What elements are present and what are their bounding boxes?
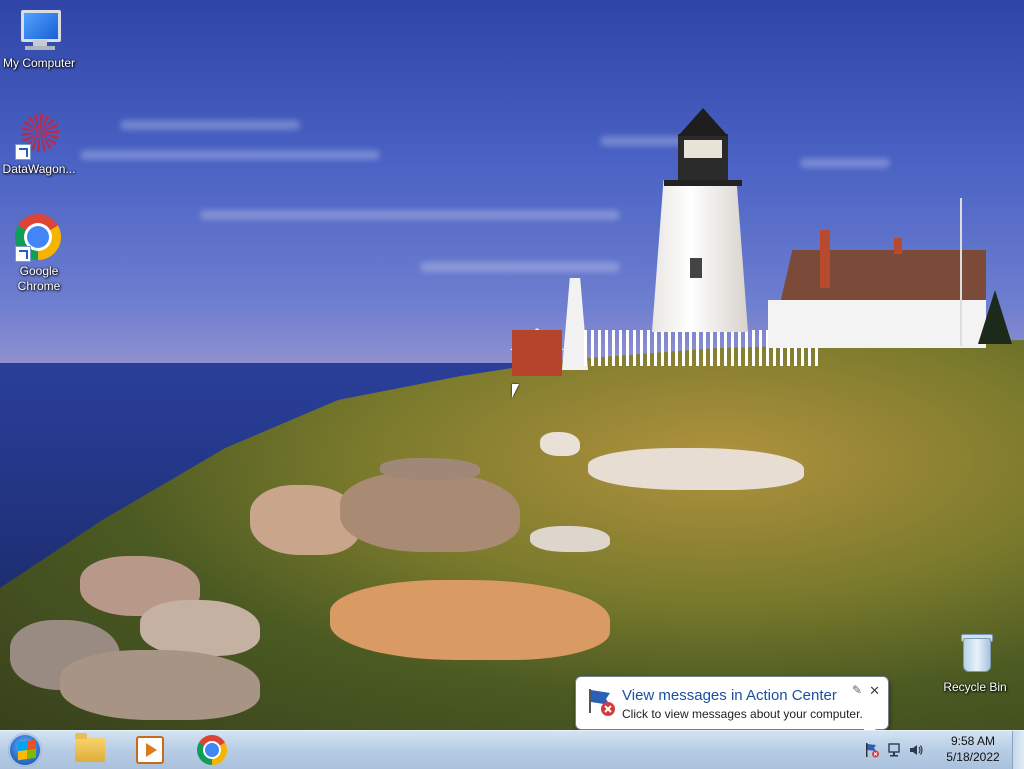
desktop-icon-google-chrome[interactable]: Google Chrome (0, 214, 79, 294)
lighthouse-glass (684, 140, 722, 158)
chrome-icon (197, 735, 227, 765)
datawagon-icon (15, 112, 63, 160)
clock[interactable]: 9:58 AM 5/18/2022 (938, 733, 1008, 765)
keeper-house (768, 300, 986, 348)
rock (60, 650, 260, 720)
cloud (200, 210, 620, 220)
taskbar: 9:58 AM 5/18/2022 (0, 730, 1024, 769)
chrome-icon (15, 214, 63, 262)
clock-date: 5/18/2022 (946, 750, 1000, 764)
rock (380, 458, 480, 480)
cloud (420, 262, 620, 272)
notification-title[interactable]: View messages in Action Center (622, 687, 837, 704)
media-player-icon (136, 736, 164, 764)
desktop-wallpaper (0, 0, 1024, 730)
windows-logo-icon (18, 739, 36, 761)
rock (140, 600, 260, 656)
mouse-cursor (512, 384, 519, 398)
rock (340, 472, 520, 552)
taskbar-chrome[interactable] (184, 733, 240, 767)
notification-subtitle: Click to view messages about your comput… (622, 707, 863, 721)
cloud (120, 120, 300, 130)
lighthouse-roof (678, 108, 728, 136)
rock (330, 580, 610, 660)
flagpole (960, 198, 962, 346)
shortcut-arrow-icon (15, 144, 31, 160)
chimney (894, 238, 902, 254)
rock (530, 526, 610, 552)
taskbar-file-explorer[interactable] (62, 733, 118, 767)
show-desktop-button[interactable] (1012, 731, 1024, 769)
lighthouse-rail (664, 180, 742, 186)
taskbar-media-player[interactable] (122, 733, 178, 767)
desktop-icon-datawagon[interactable]: DataWagon... (0, 112, 79, 177)
desktop-icon-my-computer[interactable]: My Computer (0, 6, 79, 71)
clock-time: 9:58 AM (950, 734, 996, 748)
desktop-icon-label: DataWagon... (2, 162, 76, 176)
lighthouse-tower (652, 180, 748, 332)
red-shed (512, 330, 562, 376)
chimney (820, 230, 830, 288)
desktop-icon-label: My Computer (2, 56, 76, 70)
rock (588, 448, 804, 490)
desktop-icon-recycle-bin[interactable]: Recycle Bin (935, 630, 1015, 695)
start-orb (8, 733, 42, 767)
file-explorer-icon (75, 733, 105, 762)
cloud (80, 150, 380, 160)
recycle-bin-icon (951, 630, 999, 678)
rock (540, 432, 580, 456)
start-button[interactable] (6, 733, 46, 767)
action-center-flag-icon (589, 689, 615, 716)
system-tray (864, 731, 924, 769)
action-center-flag-icon[interactable] (864, 742, 880, 758)
close-icon[interactable]: ✕ (869, 683, 880, 699)
house-roof (780, 250, 986, 304)
action-center-notification[interactable]: View messages in Action Center Click to … (575, 676, 889, 730)
cloud (800, 158, 890, 168)
shortcut-arrow-icon (15, 246, 31, 262)
volume-icon[interactable] (908, 742, 924, 758)
lighthouse-window (690, 258, 702, 278)
desktop-icon-label: Recycle Bin (943, 680, 1007, 694)
computer-icon (15, 6, 63, 54)
pin-icon[interactable]: ✎ (852, 683, 862, 697)
network-icon[interactable] (886, 742, 902, 758)
desktop-icon-label: Google Chrome (17, 264, 61, 293)
